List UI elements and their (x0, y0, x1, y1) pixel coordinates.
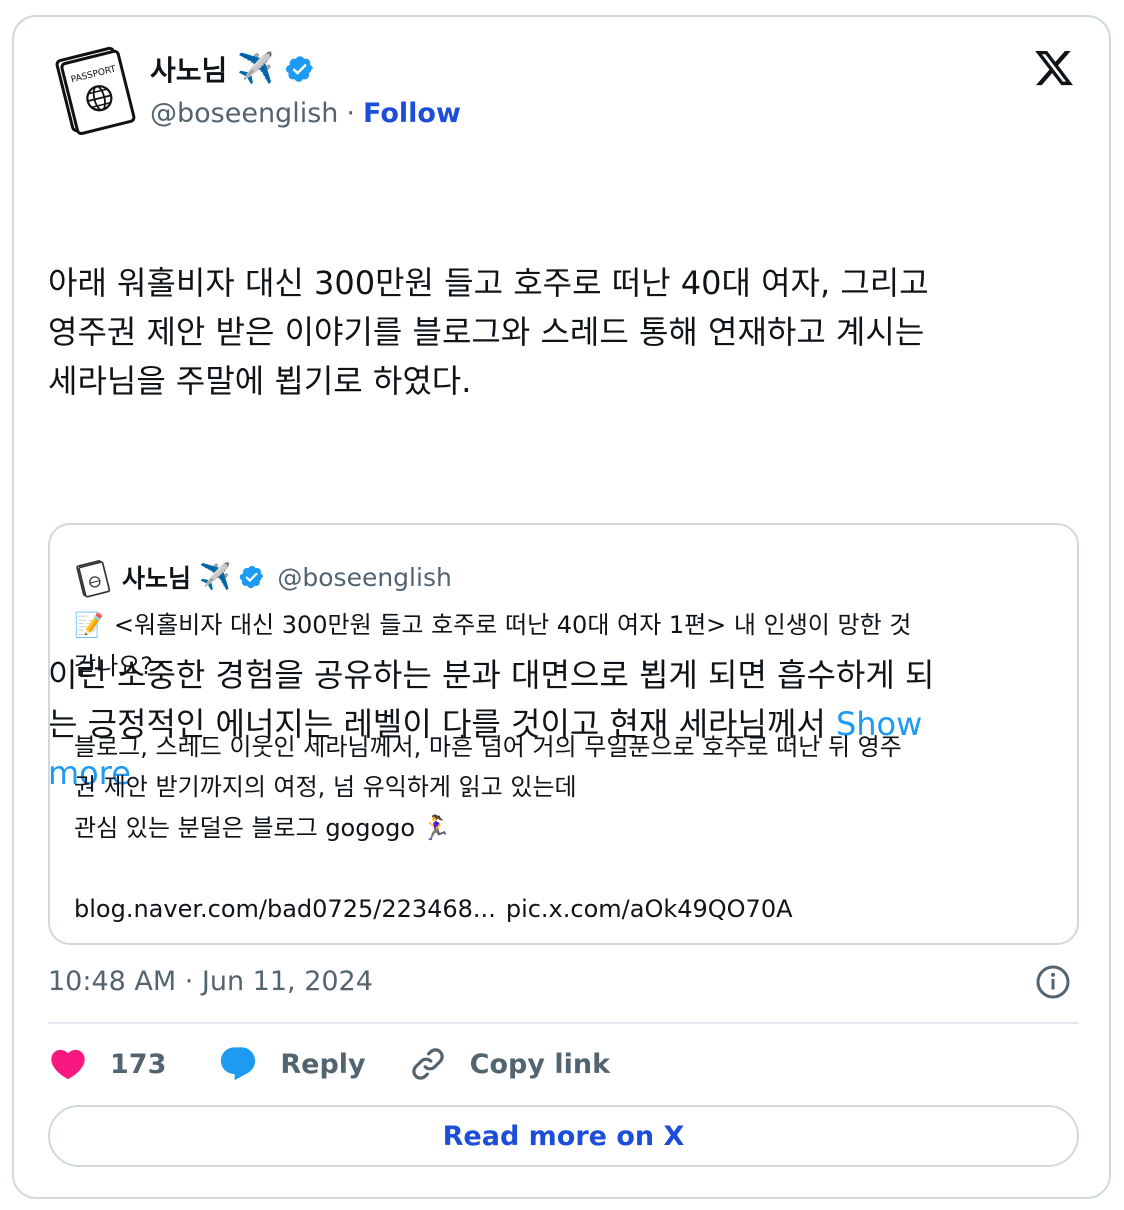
quote-text: 📝 <워홀비자 대신 300만원 들고 호주로 떠난 40대 여자 1편> 내 인… (74, 605, 1054, 929)
quote-header: 사노님 ✈️ @boseenglish (122, 555, 452, 599)
memo-emoji-icon: 📝 (74, 611, 104, 639)
quote-line-text: <워홀비자 대신 300만원 들고 호주로 떠난 40대 여자 1편> 내 인생… (74, 611, 912, 680)
embedded-tweet-card: PASSPORT 사노님 ✈️ @boseenglish · Follow 아래… (12, 15, 1111, 1199)
reply-button[interactable]: Reply (218, 1044, 366, 1084)
blog-link[interactable]: blog.naver.com/bad0725/223468... (74, 895, 496, 923)
heart-icon (51, 1049, 85, 1080)
pic-link[interactable]: pic.x.com/aOk49QO70A (506, 895, 793, 923)
tweet-timestamp[interactable]: 10:48 AM · Jun 11, 2024 (48, 962, 373, 1002)
verified-badge-icon (240, 565, 264, 589)
quote-line: 📝 <워홀비자 대신 300만원 들고 호주로 떠난 40대 여자 1편> 내 인… (74, 605, 1054, 686)
airplane-emoji: ✈️ (237, 51, 275, 86)
author-name[interactable]: 사노님 (150, 49, 227, 89)
verified-badge-icon (285, 56, 313, 82)
author-handle[interactable]: @boseenglish (150, 98, 338, 129)
copy-link-button[interactable]: Copy link (408, 1044, 610, 1084)
quote-line-text: 관심 있는 분덜은 블로그 gogogo (74, 813, 416, 842)
like-button[interactable]: 173 (48, 1044, 166, 1084)
runner-emoji-icon: 🏃‍♀️ (421, 813, 451, 842)
like-count: 173 (110, 1048, 167, 1080)
quote-line: 관심 있는 분덜은 블로그 gogogo 🏃‍♀️ (74, 808, 1054, 849)
quote-avatar (76, 560, 111, 598)
avatar[interactable]: PASSPORT (50, 39, 140, 139)
author-name-row: 사노님 ✈️ (150, 49, 315, 89)
quoted-tweet[interactable]: 사노님 ✈️ @boseenglish 📝 <워홀비자 대신 300만원 들고 호… (48, 523, 1079, 945)
airplane-emoji: ✈️ (199, 562, 232, 592)
quote-links: blog.naver.com/bad0725/223468... pic.x.co… (74, 889, 1054, 930)
quote-line: 블로그, 스레드 이웃인 세라님께서, 마흔 넘어 거의 무일푼으로 호주로 떠… (74, 732, 902, 802)
follow-button[interactable]: Follow (363, 98, 461, 129)
read-more-button[interactable]: Read more on X (48, 1105, 1079, 1167)
info-icon[interactable] (1035, 964, 1071, 1000)
reply-label: Reply (280, 1048, 366, 1080)
action-bar: 173 Reply Copy link (48, 1042, 610, 1086)
copy-link-label: Copy link (469, 1048, 611, 1080)
x-logo-icon[interactable] (1033, 47, 1075, 89)
author-handle-row: @boseenglish · Follow (150, 93, 461, 133)
quote-author-handle: @boseenglish (277, 562, 452, 592)
tweet-paragraph: 아래 워홀비자 대신 300만원 들고 호주로 떠난 40대 여자, 그리고 영… (48, 264, 929, 400)
quote-author-name: 사노님 (122, 564, 192, 593)
separator-dot: · (346, 97, 355, 129)
divider (48, 1022, 1079, 1024)
link-icon (412, 1048, 444, 1080)
reply-bubble-icon (221, 1047, 256, 1081)
